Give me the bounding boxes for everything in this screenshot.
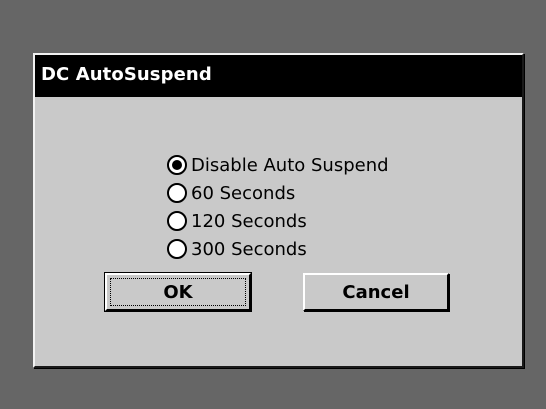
option-120-seconds[interactable]: 120 Seconds [167, 207, 389, 235]
radio-button-icon[interactable] [167, 239, 187, 259]
radio-button-icon[interactable] [167, 211, 187, 231]
ok-button[interactable]: OK [104, 272, 252, 312]
option-disable-auto-suspend[interactable]: Disable Auto Suspend [167, 151, 389, 179]
option-300-seconds[interactable]: 300 Seconds [167, 235, 389, 263]
ok-button-label: OK [163, 281, 193, 303]
autosuspend-dialog: DC AutoSuspend Disable Auto Suspend 60 S… [33, 53, 524, 368]
option-60-seconds[interactable]: 60 Seconds [167, 179, 389, 207]
option-label[interactable]: Disable Auto Suspend [191, 155, 389, 176]
radio-selected-dot-icon [172, 160, 182, 170]
cancel-button-label: Cancel [342, 281, 410, 303]
cancel-button[interactable]: Cancel [303, 273, 449, 311]
option-label[interactable]: 300 Seconds [191, 239, 307, 260]
suspend-options-group: Disable Auto Suspend 60 Seconds 120 Seco… [167, 151, 389, 263]
dialog-title: DC AutoSuspend [41, 64, 212, 85]
radio-button-icon[interactable] [167, 155, 187, 175]
dialog-titlebar[interactable]: DC AutoSuspend [35, 55, 522, 97]
option-label[interactable]: 60 Seconds [191, 183, 295, 204]
radio-button-icon[interactable] [167, 183, 187, 203]
option-label[interactable]: 120 Seconds [191, 211, 307, 232]
